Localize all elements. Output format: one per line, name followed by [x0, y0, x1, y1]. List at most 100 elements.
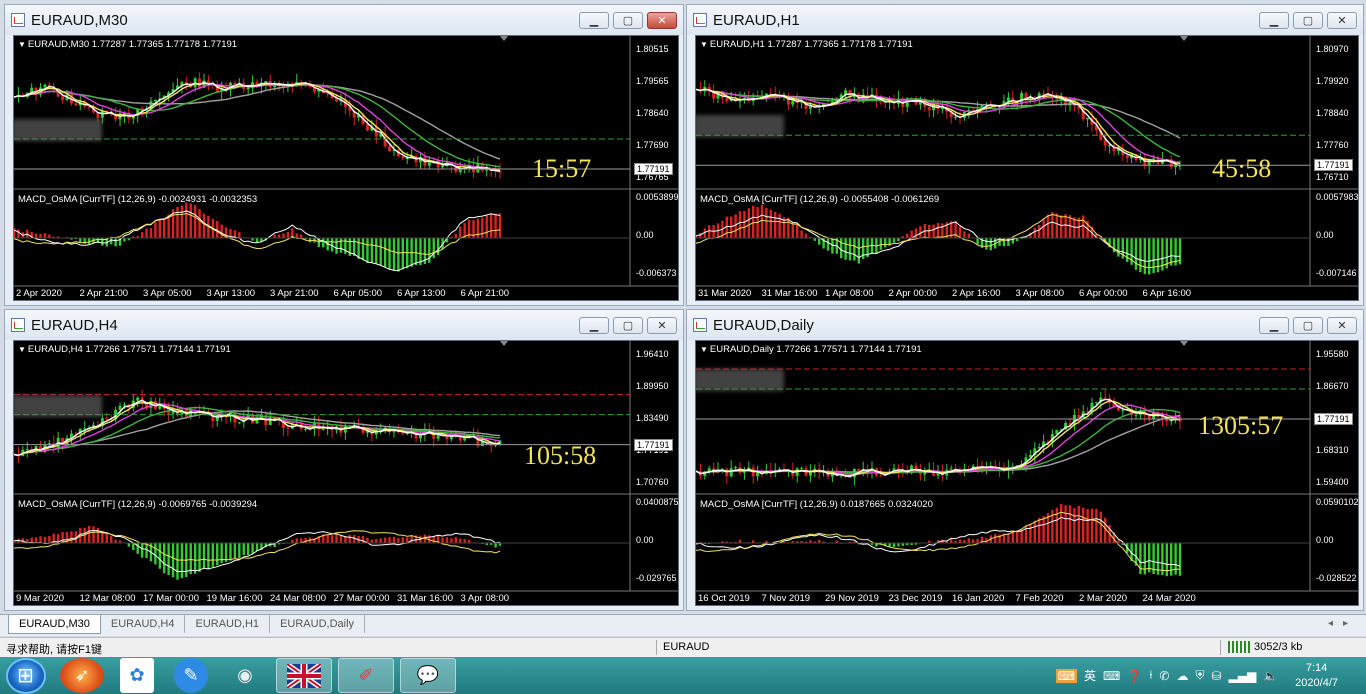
macd-bar [348, 535, 351, 543]
time-tick-label: 2 Mar 2020 [1079, 593, 1128, 604]
wechat-tray-icon[interactable]: ✆ [1159, 669, 1169, 683]
chart-window-daily[interactable]: EURAUD,Daily ▁ ▢ ✕ ▼ EURAUD,Daily 1.77266… [686, 309, 1364, 611]
macd-tick-label: -0.028522 [1316, 573, 1357, 583]
status-symbol: EURAUD [663, 641, 710, 653]
time-tick-label: 31 Mar 16:00 [397, 593, 453, 604]
chart-area[interactable]: ▼ EURAUD,M30 1.77287 1.77365 1.77178 1.77… [13, 35, 679, 301]
price-axis[interactable]: 1.80970 1.79920 1.78840 1.77760 1.76710 1.771… [1312, 36, 1358, 286]
chart-area[interactable]: ▼ EURAUD,H1 1.77287 1.77365 1.77178 1.771… [695, 35, 1359, 301]
signal-icon[interactable]: ▂▄▆ [1229, 669, 1257, 683]
macd-bar [958, 539, 962, 543]
macd-signal-line [696, 213, 1181, 269]
ohlc-text: EURAUD,H1 1.77287 1.77365 1.77178 1.7719… [709, 39, 913, 50]
close-button[interactable]: ✕ [1327, 317, 1357, 334]
macd-bar [48, 536, 51, 543]
cloud-app-icon[interactable]: ✿ [120, 658, 154, 693]
chart-window-h1[interactable]: EURAUD,H1 ▁ ▢ ✕ ▼ EURAUD,H1 1.77287 1.773… [686, 4, 1364, 306]
candle-body [1006, 97, 1010, 102]
chart-area[interactable]: ▼ EURAUD,H4 1.77266 1.77571 1.77144 1.771… [13, 340, 679, 606]
macd-bar [897, 543, 900, 547]
tab-scroll-arrows[interactable]: ◂▸ [1328, 618, 1358, 629]
macd-bar [963, 231, 966, 238]
minimize-button[interactable]: ▁ [1259, 12, 1289, 29]
ime-icon[interactable]: ⌨ [1055, 668, 1078, 683]
dropdown-triangle-icon[interactable]: ▼ [700, 40, 708, 49]
tab-euraud-m30[interactable]: EURAUD,M30 [8, 615, 101, 634]
price-axis[interactable]: 1.955801.866701.771911.683101.594001.771… [1312, 341, 1358, 591]
macd-bar [379, 238, 382, 266]
time-axis[interactable]: 31 Mar 2020 31 Mar 16:00 1 Apr 08:00 2 Apr … [696, 288, 1310, 300]
macd-bar [1170, 543, 1173, 576]
tab-euraud-h1[interactable]: EURAUD,H1 [185, 615, 271, 633]
dropdown-triangle-icon[interactable]: ▼ [700, 345, 708, 354]
macd-bar [198, 209, 201, 238]
usb-icon[interactable]: ⍿ [1149, 668, 1152, 683]
macd-bar [950, 538, 953, 543]
chart-tab-bar: EURAUD,M30 EURAUD,H4 EURAUD,H1 EURAUD,Da… [0, 614, 1366, 636]
chart-window-h4[interactable]: EURAUD,H4 ▁ ▢ ✕ ▼ EURAUD,H4 1.77266 1.775… [4, 309, 684, 611]
macd-bar [884, 238, 887, 248]
macd-bar [459, 226, 462, 238]
window-titlebar[interactable]: EURAUD,M30 ▁ ▢ ✕ [5, 5, 683, 35]
tab-euraud-daily[interactable]: EURAUD,Daily [270, 615, 366, 633]
security-icon[interactable]: ⛨ [1195, 668, 1204, 683]
macd-bar [494, 543, 497, 548]
close-button[interactable]: ✕ [1327, 12, 1357, 29]
dropdown-triangle-icon[interactable]: ▼ [18, 40, 26, 49]
folder-app-icon[interactable]: ➶ [60, 658, 104, 693]
candle-body [246, 87, 250, 90]
candle-body [1174, 165, 1178, 167]
time-axis[interactable]: 16 Oct 2019 7 Nov 2019 29 Nov 2019 23 Dec 2… [696, 593, 1310, 605]
minimize-button[interactable]: ▁ [579, 12, 609, 29]
candle-body [405, 158, 409, 160]
maximize-button[interactable]: ▢ [613, 12, 643, 29]
start-button[interactable] [6, 657, 46, 694]
candle-body [1086, 117, 1090, 120]
minimize-button[interactable]: ▁ [579, 317, 609, 334]
keyboard-icon[interactable]: ⌨ [1103, 669, 1120, 683]
macd-bar [1011, 532, 1014, 543]
window-titlebar[interactable]: EURAUD,H4 ▁ ▢ ✕ [5, 310, 683, 340]
time-axis[interactable]: 2 Apr 2020 2 Apr 21:00 3 Apr 05:00 3 Apr 13… [14, 288, 630, 300]
cloud-tray-icon[interactable]: ☁ [1176, 669, 1188, 683]
price-axis[interactable]: 1.964101.899501.834901.771911.707601.771… [632, 341, 678, 591]
wechat-app-icon[interactable]: 💬 [400, 658, 456, 693]
candle-body [1055, 98, 1059, 100]
volume-icon[interactable]: 🔈 [1263, 669, 1278, 683]
clock[interactable]: 7:14 2020/4/7 [1295, 661, 1338, 691]
pen-app-icon[interactable]: ✎ [174, 658, 208, 693]
uk-flag-app-icon[interactable] [276, 658, 332, 693]
maximize-button[interactable]: ▢ [1293, 12, 1323, 29]
maximize-button[interactable]: ▢ [1293, 317, 1323, 334]
dropdown-triangle-icon[interactable]: ▼ [18, 345, 26, 354]
maximize-button[interactable]: ▢ [613, 317, 643, 334]
macd-bar [738, 211, 742, 238]
macd-bar [397, 538, 400, 543]
time-axis[interactable]: 9 Mar 2020 12 Mar 08:00 17 Mar 00:00 19 Mar… [14, 593, 630, 605]
macd-bar [43, 233, 47, 238]
close-button[interactable]: ✕ [647, 317, 677, 334]
chart-window-m30[interactable]: EURAUD,M30 ▁ ▢ ✕ ▼ EURAUD,M30 1.77287 1.7… [4, 4, 684, 306]
camera-app-icon[interactable]: ◉ [228, 658, 262, 693]
macd-bar [1152, 238, 1155, 274]
paint-app-icon[interactable]: ✐ [338, 658, 394, 693]
minimize-button[interactable]: ▁ [1259, 317, 1289, 334]
close-button[interactable]: ✕ [647, 12, 677, 29]
macd-bar [1055, 213, 1058, 238]
tab-euraud-h4[interactable]: EURAUD,H4 [101, 615, 186, 633]
chart-area[interactable]: ▼ EURAUD,Daily 1.77266 1.77571 1.77144 1.… [695, 340, 1359, 606]
macd-bar [1064, 505, 1067, 543]
chart-canvas[interactable] [14, 341, 678, 605]
help-icon[interactable]: ❓ [1127, 669, 1142, 683]
macd-bar [366, 238, 369, 263]
chart-canvas[interactable] [696, 341, 1358, 605]
ime-mode[interactable]: 英 [1084, 667, 1096, 684]
price-axis[interactable]: 1.80515 1.79565 1.78640 1.77690 1.76765 1.771… [632, 36, 678, 286]
macd-bar [158, 543, 161, 569]
macd-bar [17, 229, 20, 238]
window-titlebar[interactable]: EURAUD,H1 ▁ ▢ ✕ [687, 5, 1363, 35]
macd-bar [1134, 238, 1138, 270]
macd-bar [246, 543, 250, 556]
network-icon[interactable]: ⛁ [1211, 669, 1221, 683]
window-titlebar[interactable]: EURAUD,Daily ▁ ▢ ✕ [687, 310, 1363, 340]
